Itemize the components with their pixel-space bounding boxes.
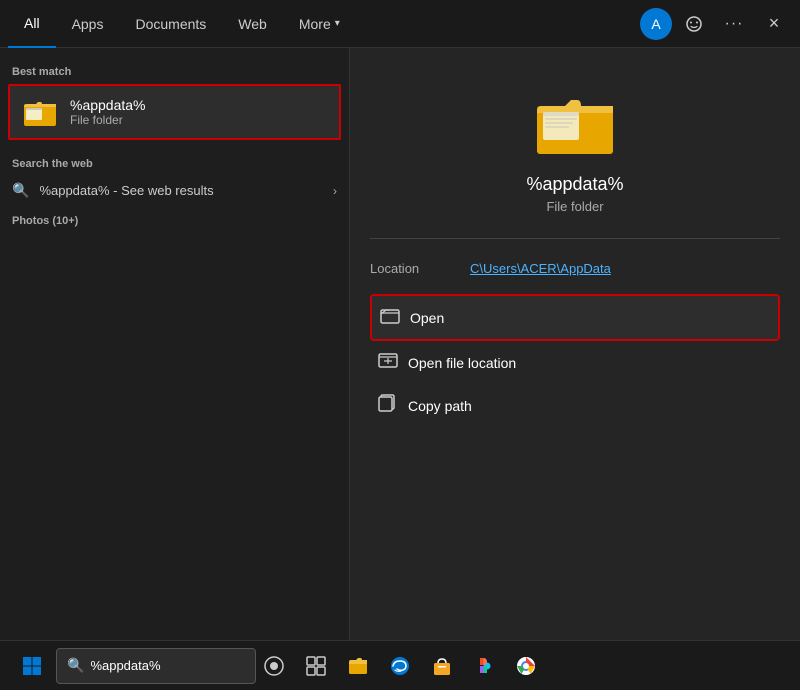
task-view-button[interactable]: [254, 646, 294, 686]
right-item-name: %appdata%: [526, 174, 623, 195]
chevron-right-icon: ›: [333, 184, 337, 198]
photos-label: Photos (10+): [0, 207, 349, 231]
store-button[interactable]: [422, 646, 462, 686]
web-search-item[interactable]: 🔍 %appdata% - See web results ›: [0, 174, 349, 207]
folder-icon: [22, 94, 58, 130]
taskbar: 🔍 %appdata%: [0, 640, 800, 690]
windows-icon: [23, 657, 41, 675]
tab-apps-label: Apps: [72, 16, 104, 32]
widgets-icon: [305, 655, 327, 677]
edge-button[interactable]: [380, 646, 420, 686]
store-icon: [431, 655, 453, 677]
left-panel: Best match %appdata% File folder Search …: [0, 48, 350, 640]
open-location-icon: [378, 351, 398, 374]
taskbar-search-box[interactable]: 🔍 %appdata%: [56, 648, 256, 684]
open-file-location-button[interactable]: Open file location: [370, 341, 780, 384]
best-match-item[interactable]: %appdata% File folder: [8, 84, 341, 140]
tab-all-label: All: [24, 15, 40, 31]
location-value[interactable]: C\Users\ACER\AppData: [470, 261, 611, 276]
open-button[interactable]: Open: [370, 294, 780, 341]
widgets-button[interactable]: [296, 646, 336, 686]
tab-documents[interactable]: Documents: [119, 0, 222, 48]
file-explorer-icon: [347, 655, 369, 677]
folder-icon-large: [535, 88, 615, 158]
user-avatar[interactable]: A: [640, 8, 672, 40]
windows-start-button[interactable]: [8, 642, 56, 690]
open-file-location-label: Open file location: [408, 355, 516, 371]
web-search-label: Search the web: [0, 152, 349, 174]
file-explorer-button[interactable]: [338, 646, 378, 686]
nav-right-controls: A ··· ×: [640, 6, 792, 42]
figma-button[interactable]: [464, 646, 504, 686]
tab-documents-label: Documents: [135, 16, 206, 32]
copy-path-label: Copy path: [408, 398, 472, 414]
open-label: Open: [410, 310, 444, 326]
tab-all[interactable]: All: [8, 0, 56, 48]
tab-apps[interactable]: Apps: [56, 0, 120, 48]
tab-more[interactable]: More ▾: [283, 0, 356, 48]
search-icon: 🔍: [12, 182, 29, 199]
ellipsis-button[interactable]: ···: [716, 6, 752, 42]
search-icon: 🔍: [67, 657, 84, 674]
best-match-text: %appdata% File folder: [70, 97, 146, 127]
close-button[interactable]: ×: [756, 6, 792, 42]
tab-more-label: More: [299, 16, 331, 32]
chrome-icon: [515, 655, 537, 677]
tab-web[interactable]: Web: [222, 0, 283, 48]
open-icon: [380, 306, 400, 329]
task-view-icon: [263, 655, 285, 677]
edge-icon: [389, 655, 411, 677]
search-input-value: %appdata%: [90, 658, 160, 673]
best-match-label: Best match: [0, 60, 349, 82]
taskbar-center-icons: [254, 646, 546, 686]
figma-icon: [473, 655, 495, 677]
divider: [370, 238, 780, 239]
feedback-icon: [685, 15, 703, 33]
top-nav: All Apps Documents Web More ▾ A ··· ×: [0, 0, 800, 48]
best-match-name: %appdata%: [70, 97, 146, 113]
feedback-button[interactable]: [676, 6, 712, 42]
copy-path-icon: [378, 394, 398, 417]
best-match-type: File folder: [70, 113, 146, 127]
web-search-text: %appdata% - See web results: [39, 183, 333, 198]
copy-path-button[interactable]: Copy path: [370, 384, 780, 427]
right-item-type: File folder: [546, 199, 603, 214]
location-row: Location C\Users\ACER\AppData: [370, 255, 780, 282]
main-layout: Best match %appdata% File folder Search …: [0, 48, 800, 640]
chrome-button[interactable]: [506, 646, 546, 686]
location-label: Location: [370, 261, 470, 276]
chevron-down-icon: ▾: [335, 18, 340, 29]
right-panel: %appdata% File folder Location C\Users\A…: [350, 48, 800, 640]
tab-web-label: Web: [238, 16, 267, 32]
